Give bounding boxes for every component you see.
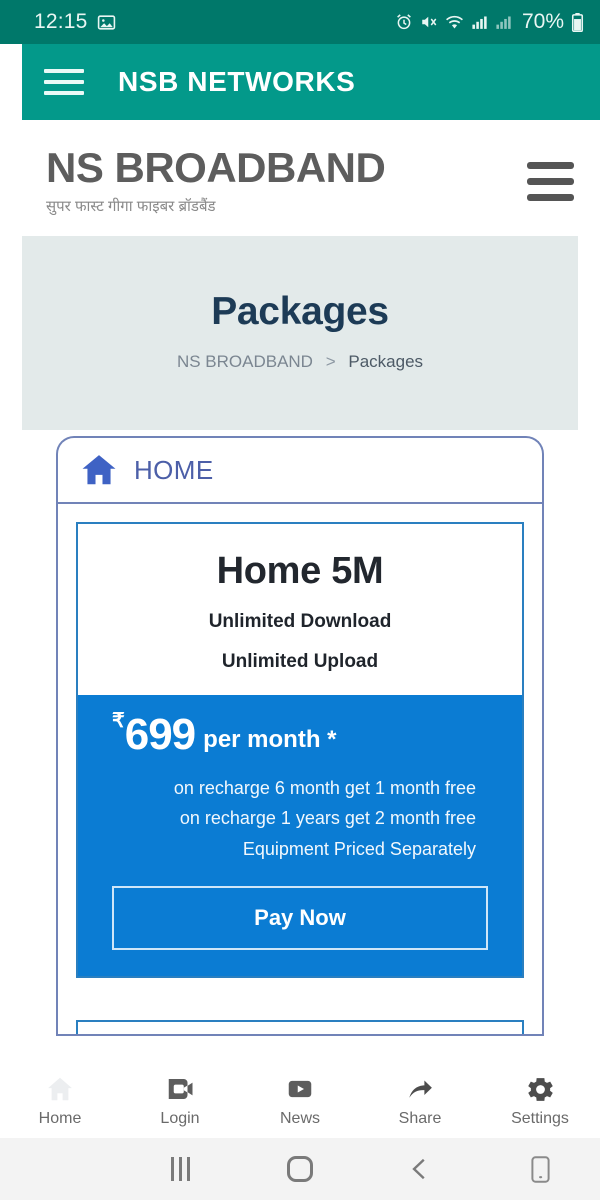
status-clock: 12:15	[34, 10, 88, 33]
recents-button[interactable]	[120, 1157, 240, 1181]
recents-bar	[186, 1157, 190, 1181]
panel-body: Home 5M Unlimited Download Unlimited Upl…	[56, 502, 544, 1037]
tab-home[interactable]: HOME	[56, 436, 544, 503]
burger-bar	[44, 80, 84, 84]
bottom-nav-label: Settings	[511, 1110, 569, 1127]
bottom-nav-item-login[interactable]: Login	[120, 1072, 240, 1128]
share-arrow-icon	[360, 1072, 480, 1106]
burger-bar	[527, 194, 574, 201]
package-feature: Unlimited Upload	[221, 651, 379, 673]
status-bar-left: 12:15	[34, 10, 116, 34]
signal-icon	[472, 15, 487, 29]
app-bar: NSB NETWORKS	[22, 44, 600, 120]
back-chevron-icon	[412, 1158, 425, 1180]
breadcrumb: NS BROADBAND > Packages	[22, 352, 578, 372]
recents-bar	[170, 1157, 174, 1181]
signal-2-icon	[496, 15, 511, 29]
site-header: NS BROADBAND सुपर फास्ट गीगा फाइबर ब्रॉड…	[0, 120, 600, 229]
page-title: Packages	[211, 290, 389, 334]
video-camera-icon	[120, 1072, 240, 1106]
burger-bar	[44, 69, 84, 73]
wifi-icon	[446, 15, 463, 28]
bottom-nav-label: Home	[38, 1110, 82, 1127]
bottom-nav: Home Login News Share Settings	[0, 1062, 600, 1138]
offer-item: Equipment Priced Separately	[242, 838, 476, 859]
recents-bar	[178, 1157, 182, 1181]
offer-item: on recharge 1 years get 2 month free	[179, 808, 476, 829]
pay-now-button[interactable]: Pay Now	[112, 885, 488, 950]
breadcrumb-separator: >	[325, 352, 336, 372]
site-hamburger-menu-icon[interactable]	[527, 162, 574, 201]
bottom-nav-label: Share	[398, 1110, 442, 1127]
status-bar-right: 70%	[395, 10, 584, 34]
device-icon	[530, 1155, 550, 1183]
status-bar: 12:15 70%	[0, 0, 600, 44]
offers-list: on recharge 6 month get 1 month free on …	[98, 773, 502, 864]
alarm-icon	[397, 14, 411, 30]
packages-panel: HOME Home 5M Unlimited Download Unlimite…	[56, 436, 544, 1037]
recents-icon	[170, 1157, 190, 1181]
brand-block: NS BROADBAND सुपर फास्ट गीगा फाइबर ब्रॉड…	[46, 144, 386, 216]
phone-screen: 12:15 70% NSB NETWORKS NS BROADBAND सुपर…	[0, 0, 600, 1200]
burger-bar	[527, 178, 574, 185]
price-row: ₹ 699 per month *	[98, 711, 502, 757]
package-feature: Unlimited Download	[208, 611, 392, 633]
package-card-next	[76, 1019, 524, 1035]
battery-percent: 70%	[521, 10, 564, 33]
brand-name: NS BROADBAND	[46, 144, 386, 191]
gear-icon	[480, 1072, 600, 1106]
bottom-nav-item-share[interactable]: Share	[360, 1072, 480, 1128]
breadcrumb-current: Packages	[348, 352, 424, 372]
system-nav-bar	[0, 1138, 600, 1200]
offer-item: on recharge 6 month get 1 month free	[173, 778, 476, 799]
home-icon	[82, 455, 116, 485]
bottom-nav-item-home[interactable]: Home	[0, 1072, 120, 1128]
burger-bar	[527, 162, 574, 169]
home-icon	[0, 1072, 120, 1106]
home-square-icon	[287, 1156, 313, 1182]
bottom-nav-item-news[interactable]: News	[240, 1072, 360, 1128]
device-button[interactable]	[480, 1155, 600, 1183]
bottom-nav-item-settings[interactable]: Settings	[480, 1072, 600, 1128]
price-amount: 699	[124, 710, 196, 760]
package-pricing: ₹ 699 per month * on recharge 6 month ge…	[78, 695, 522, 976]
play-button-icon	[240, 1072, 360, 1106]
breadcrumb-root[interactable]: NS BROADBAND	[177, 352, 313, 371]
battery-icon	[571, 12, 584, 32]
image-icon	[97, 14, 115, 30]
system-home-button[interactable]	[240, 1156, 360, 1182]
tab-home-label: HOME	[134, 454, 214, 485]
package-header: Home 5M Unlimited Download Unlimited Upl…	[78, 524, 522, 695]
currency-symbol: ₹	[112, 710, 125, 733]
price-period: per month *	[203, 726, 337, 754]
bottom-nav-label: News	[279, 1110, 320, 1127]
bottom-nav-label: Login	[160, 1110, 200, 1127]
package-name: Home 5M	[216, 550, 384, 593]
package-card: Home 5M Unlimited Download Unlimited Upl…	[76, 522, 524, 978]
burger-bar	[44, 91, 84, 95]
app-title: NSB NETWORKS	[118, 66, 356, 97]
back-button[interactable]	[360, 1156, 480, 1182]
hamburger-menu-icon[interactable]	[44, 69, 84, 95]
brand-tagline: सुपर फास्ट गीगा फाइबर ब्रॉडबैंड	[46, 198, 216, 216]
mute-icon	[422, 16, 437, 28]
page-title-band: Packages NS BROADBAND > Packages	[22, 236, 578, 431]
